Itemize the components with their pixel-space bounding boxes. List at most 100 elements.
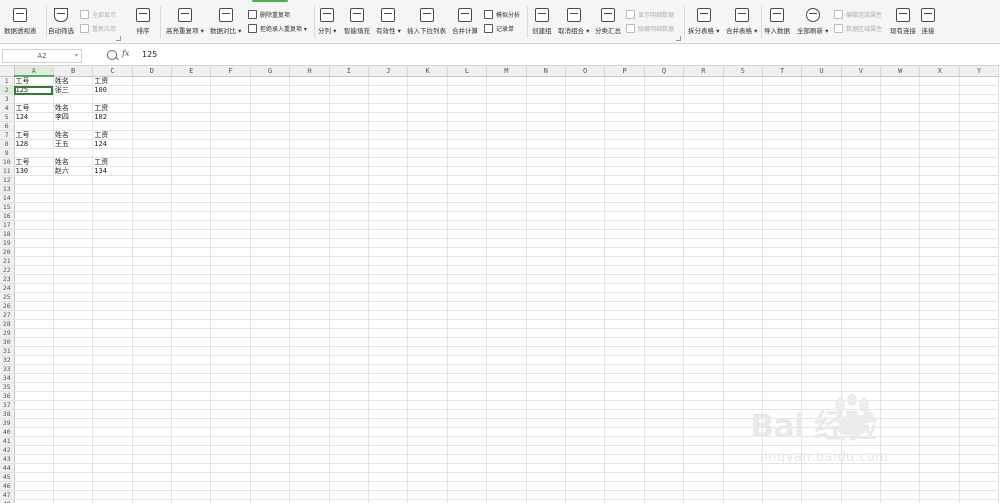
cell-j34[interactable] xyxy=(368,373,409,383)
cell-a28[interactable] xyxy=(14,319,54,329)
cell-p38[interactable] xyxy=(604,409,645,419)
cell-e19[interactable] xyxy=(171,238,212,248)
cell-l34[interactable] xyxy=(447,373,488,383)
cell-v32[interactable] xyxy=(841,355,882,365)
cell-c18[interactable] xyxy=(92,229,133,239)
row-header[interactable]: 4 xyxy=(0,103,15,113)
cell-i26[interactable] xyxy=(329,301,370,311)
cell-y39[interactable] xyxy=(959,418,1000,428)
cell-o38[interactable] xyxy=(565,409,606,419)
cell-e21[interactable] xyxy=(171,256,212,266)
cell-t17[interactable] xyxy=(762,220,803,230)
cell-w46[interactable] xyxy=(880,481,921,491)
cell-h7[interactable] xyxy=(289,130,330,140)
cell-w48[interactable] xyxy=(880,499,921,503)
cell-d20[interactable] xyxy=(132,247,173,257)
cell-b31[interactable] xyxy=(53,346,94,356)
cell-x8[interactable] xyxy=(919,139,960,149)
cell-m38[interactable] xyxy=(486,409,527,419)
cell-r1[interactable] xyxy=(683,76,724,86)
cell-l33[interactable] xyxy=(447,364,488,374)
row-header[interactable]: 35 xyxy=(0,382,15,392)
cell-h24[interactable] xyxy=(289,283,330,293)
cell-c23[interactable] xyxy=(92,274,133,284)
cell-m7[interactable] xyxy=(486,130,527,140)
row-header[interactable]: 2 xyxy=(0,85,15,95)
cell-i48[interactable] xyxy=(329,499,370,503)
cell-b7[interactable]: 姓名 xyxy=(53,130,94,140)
cell-d21[interactable] xyxy=(132,256,173,266)
cell-p35[interactable] xyxy=(604,382,645,392)
row-header[interactable]: 3 xyxy=(0,94,15,104)
cell-t7[interactable] xyxy=(762,130,803,140)
cell-j26[interactable] xyxy=(368,301,409,311)
cell-a23[interactable] xyxy=(14,274,54,284)
cell-l13[interactable] xyxy=(447,184,488,194)
cell-g5[interactable] xyxy=(250,112,291,122)
cell-b38[interactable] xyxy=(53,409,94,419)
cell-v4[interactable] xyxy=(841,103,882,113)
cell-e4[interactable] xyxy=(171,103,212,113)
cell-o48[interactable] xyxy=(565,499,606,503)
hide-detail-button[interactable]: 隐藏明细数据 xyxy=(626,24,674,33)
cell-v47[interactable] xyxy=(841,490,882,500)
cell-i6[interactable] xyxy=(329,121,370,131)
cell-y20[interactable] xyxy=(959,247,1000,257)
row-header[interactable]: 10 xyxy=(0,157,15,167)
cell-s31[interactable] xyxy=(723,346,763,356)
cell-h17[interactable] xyxy=(289,220,330,230)
cell-m6[interactable] xyxy=(486,121,527,131)
cell-s5[interactable] xyxy=(723,112,763,122)
row-header[interactable]: 5 xyxy=(0,112,15,122)
cell-w35[interactable] xyxy=(880,382,921,392)
cell-g19[interactable] xyxy=(250,238,291,248)
cell-h5[interactable] xyxy=(289,112,330,122)
cell-q1[interactable] xyxy=(644,76,685,86)
cell-w29[interactable] xyxy=(880,328,921,338)
cell-n45[interactable] xyxy=(526,472,566,482)
cell-o12[interactable] xyxy=(565,175,606,185)
cell-l17[interactable] xyxy=(447,220,488,230)
cell-u5[interactable] xyxy=(801,112,842,122)
column-header-y[interactable]: Y xyxy=(959,66,1000,77)
row-header[interactable]: 34 xyxy=(0,373,15,383)
cell-y17[interactable] xyxy=(959,220,1000,230)
cell-p17[interactable] xyxy=(604,220,645,230)
cell-d17[interactable] xyxy=(132,220,173,230)
cell-b25[interactable] xyxy=(53,292,94,302)
cell-d26[interactable] xyxy=(132,301,173,311)
cell-i29[interactable] xyxy=(329,328,370,338)
cell-g47[interactable] xyxy=(250,490,291,500)
cell-y45[interactable] xyxy=(959,472,1000,482)
cell-l25[interactable] xyxy=(447,292,488,302)
cell-y41[interactable] xyxy=(959,436,1000,446)
cell-c40[interactable] xyxy=(92,427,133,437)
cell-d28[interactable] xyxy=(132,319,173,329)
cell-o42[interactable] xyxy=(565,445,606,455)
cell-k5[interactable] xyxy=(407,112,448,122)
cell-q14[interactable] xyxy=(644,193,685,203)
row-header[interactable]: 14 xyxy=(0,193,15,203)
cell-p21[interactable] xyxy=(604,256,645,266)
cell-c3[interactable] xyxy=(92,94,133,104)
cell-h33[interactable] xyxy=(289,364,330,374)
cell-m1[interactable] xyxy=(486,76,527,86)
cell-m36[interactable] xyxy=(486,391,527,401)
cell-b39[interactable] xyxy=(53,418,94,428)
cell-a32[interactable] xyxy=(14,355,54,365)
cell-s1[interactable] xyxy=(723,76,763,86)
cell-m11[interactable] xyxy=(486,166,527,176)
cell-v12[interactable] xyxy=(841,175,882,185)
cell-c26[interactable] xyxy=(92,301,133,311)
cell-b26[interactable] xyxy=(53,301,94,311)
cell-c32[interactable] xyxy=(92,355,133,365)
cell-t30[interactable] xyxy=(762,337,803,347)
cell-o35[interactable] xyxy=(565,382,606,392)
cell-p34[interactable] xyxy=(604,373,645,383)
cell-u25[interactable] xyxy=(801,292,842,302)
cell-v21[interactable] xyxy=(841,256,882,266)
cell-j8[interactable] xyxy=(368,139,409,149)
cell-s27[interactable] xyxy=(723,310,763,320)
cell-n38[interactable] xyxy=(526,409,566,419)
cell-q21[interactable] xyxy=(644,256,685,266)
